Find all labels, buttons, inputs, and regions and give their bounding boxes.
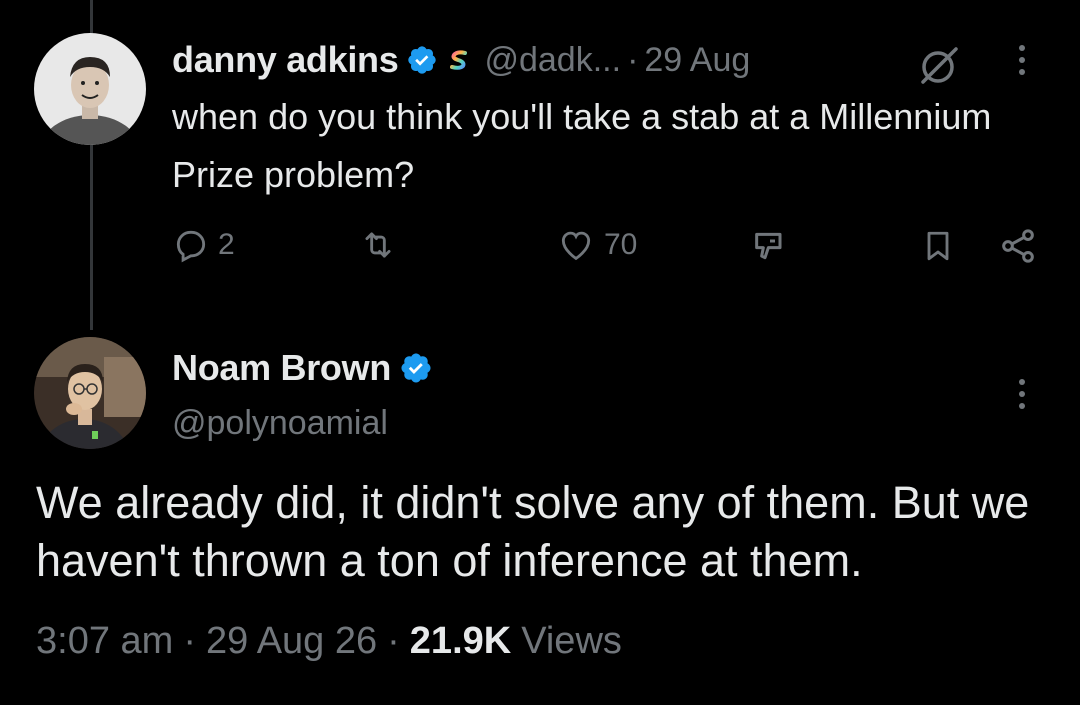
meta-separator: ·	[183, 620, 196, 662]
tweet-metadata: 3:07 am · 29 Aug 26 · 21.9K Views	[36, 620, 622, 663]
like-button[interactable]: 70	[556, 226, 637, 264]
bookmark-icon	[927, 231, 949, 261]
main-tweet-header: Noam Brown	[172, 344, 433, 392]
views-count[interactable]: 21.9K	[410, 620, 511, 663]
reply-icon	[176, 230, 206, 263]
tweet-time[interactable]: 3:07 am	[36, 620, 173, 663]
main-tweet-text: We already did, it didn't solve any of t…	[36, 477, 1030, 586]
main-author-name[interactable]: Noam Brown	[172, 347, 391, 389]
share-icon	[1002, 229, 1034, 263]
heart-icon	[561, 231, 591, 261]
reply-tweet-text: when do you think you'll take a stab at …	[172, 96, 992, 195]
avatar-danny-adkins[interactable]	[34, 33, 146, 145]
header-separator: ·	[627, 40, 639, 79]
views-label: Views	[521, 620, 622, 662]
reply-count: 2	[218, 228, 235, 261]
reply-action-bar: 2 70	[0, 226, 1080, 276]
reply-author-name[interactable]: danny adkins	[172, 39, 399, 81]
grok-action-button[interactable]	[750, 226, 790, 266]
avatar-noam-brown[interactable]	[34, 337, 146, 449]
retweet-icon	[365, 232, 391, 258]
like-count: 70	[604, 228, 638, 261]
share-button[interactable]	[998, 226, 1038, 266]
reply-author-handle[interactable]: @dadk...	[484, 41, 621, 80]
main-author-handle[interactable]: @polynoamial	[172, 404, 388, 443]
more-vertical-icon[interactable]	[1010, 42, 1034, 87]
verified-badge-icon	[406, 44, 438, 76]
more-vertical-icon[interactable]	[1010, 376, 1034, 421]
reply-tweet-header: danny adkins @dadk... · 29 Aug	[172, 36, 750, 84]
affiliate-badge-icon	[444, 45, 475, 75]
bookmark-button[interactable]	[920, 226, 956, 266]
reply-date[interactable]: 29 Aug	[644, 41, 750, 80]
grok-action-icon	[755, 232, 782, 260]
verified-badge-icon	[399, 351, 433, 385]
meta-separator: ·	[387, 620, 400, 662]
tweet-date[interactable]: 29 Aug 26	[206, 620, 377, 663]
retweet-button[interactable]	[358, 226, 398, 264]
reply-button[interactable]: 2	[172, 226, 235, 264]
